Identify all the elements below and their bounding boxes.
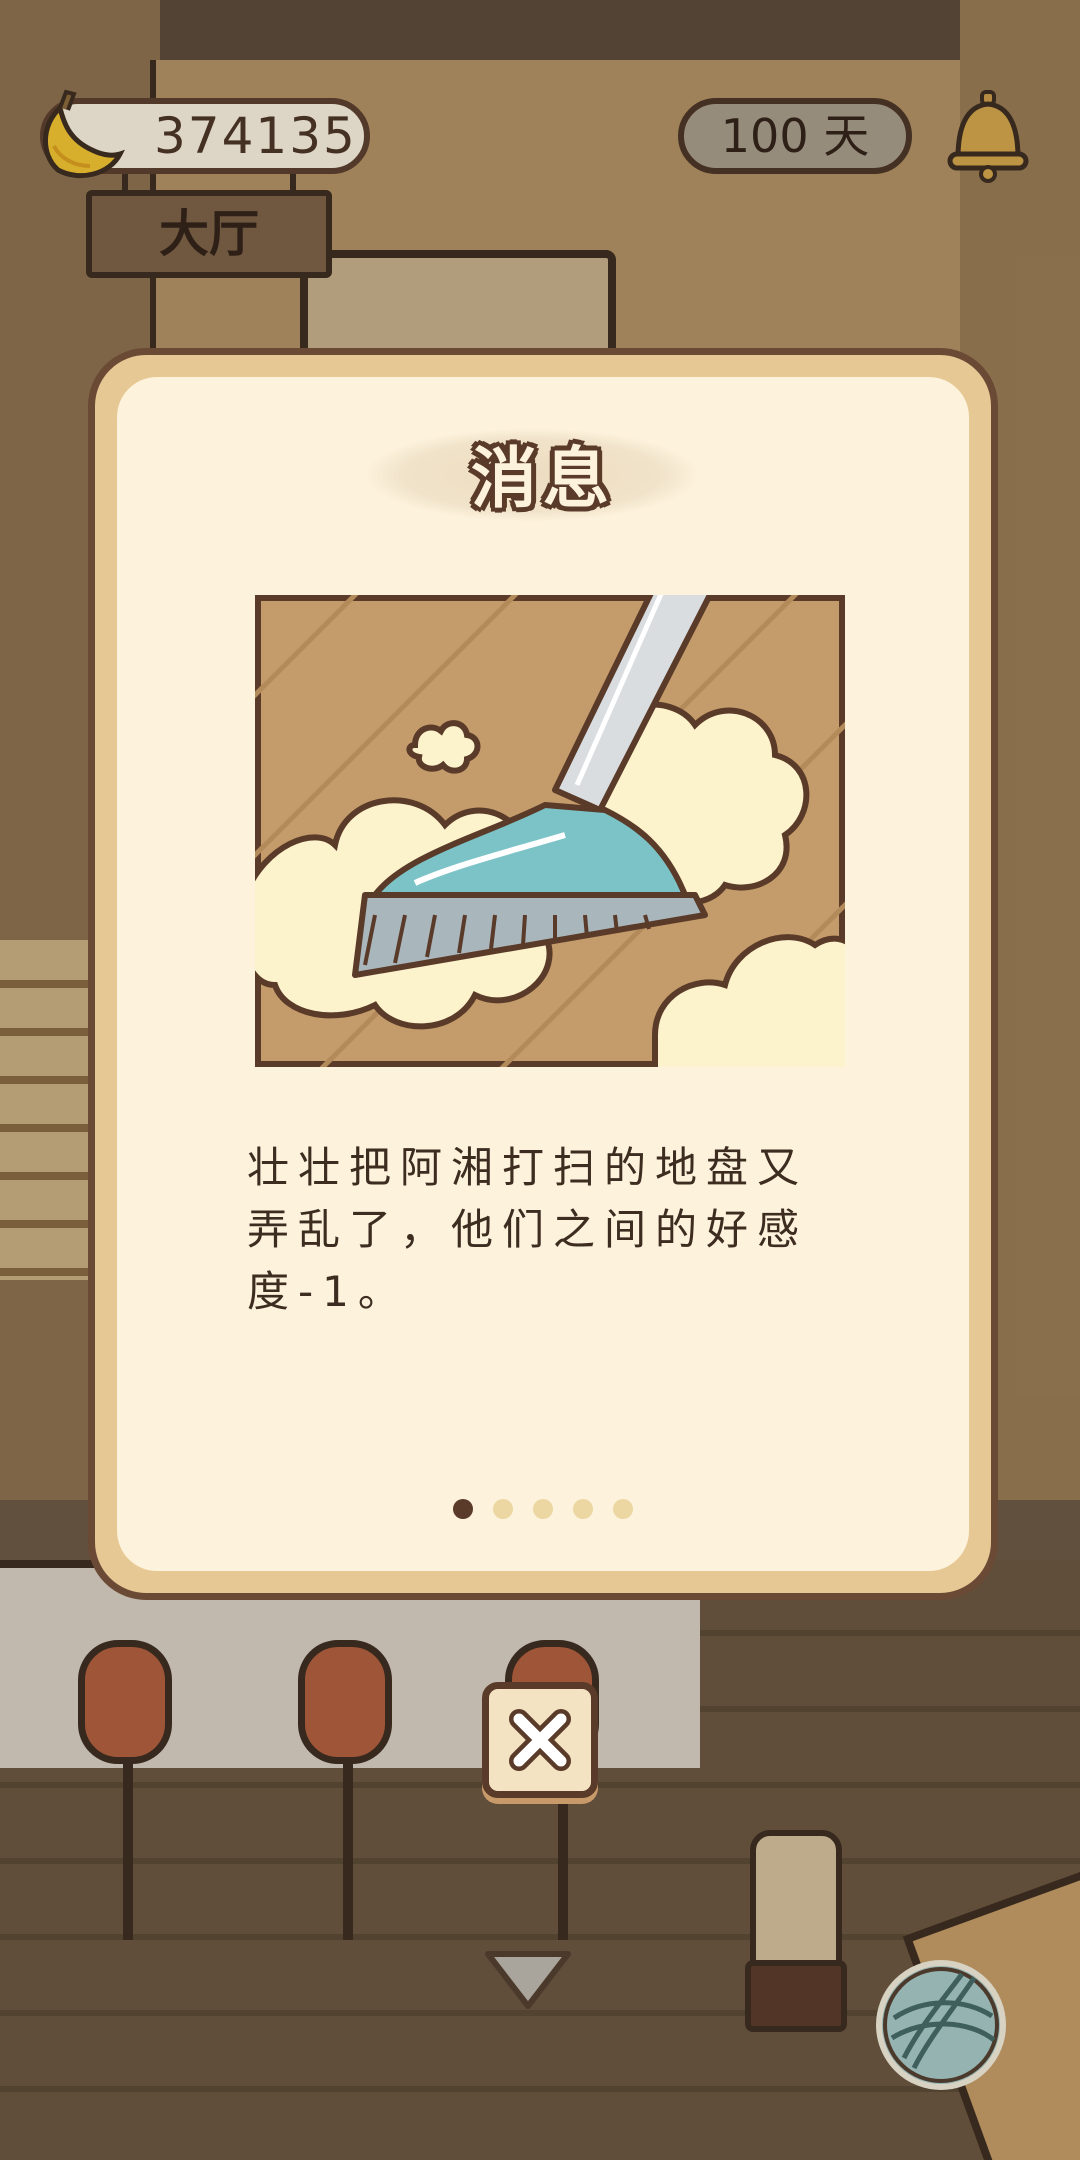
page-dot-4[interactable] <box>573 1499 593 1519</box>
page-dot-2[interactable] <box>493 1499 513 1519</box>
dialog-title: 消息 <box>471 440 615 517</box>
dialog-panel: 消息 壮壮把阿湘打扫的地盘又弄乱了，他们之间的好感度-1。 <box>117 377 969 1571</box>
page-indicator <box>117 1499 969 1519</box>
close-button[interactable] <box>482 1682 598 1798</box>
page-dot-1[interactable] <box>453 1499 473 1519</box>
page-dot-5[interactable] <box>613 1499 633 1519</box>
chevron-down-icon[interactable] <box>480 1946 576 2016</box>
message-dialog: 消息 壮壮把阿湘打扫的地盘又弄乱了，他们之间的好感度-1。 <box>88 348 998 1600</box>
yarn-ball-icon[interactable] <box>874 1958 1008 2092</box>
message-text: 壮壮把阿湘打扫的地盘又弄乱了，他们之间的好感度-1。 <box>247 1143 809 1316</box>
page-dot-3[interactable] <box>533 1499 553 1519</box>
broom-sweeping-illustration <box>255 595 845 1067</box>
close-icon <box>489 1689 591 1791</box>
